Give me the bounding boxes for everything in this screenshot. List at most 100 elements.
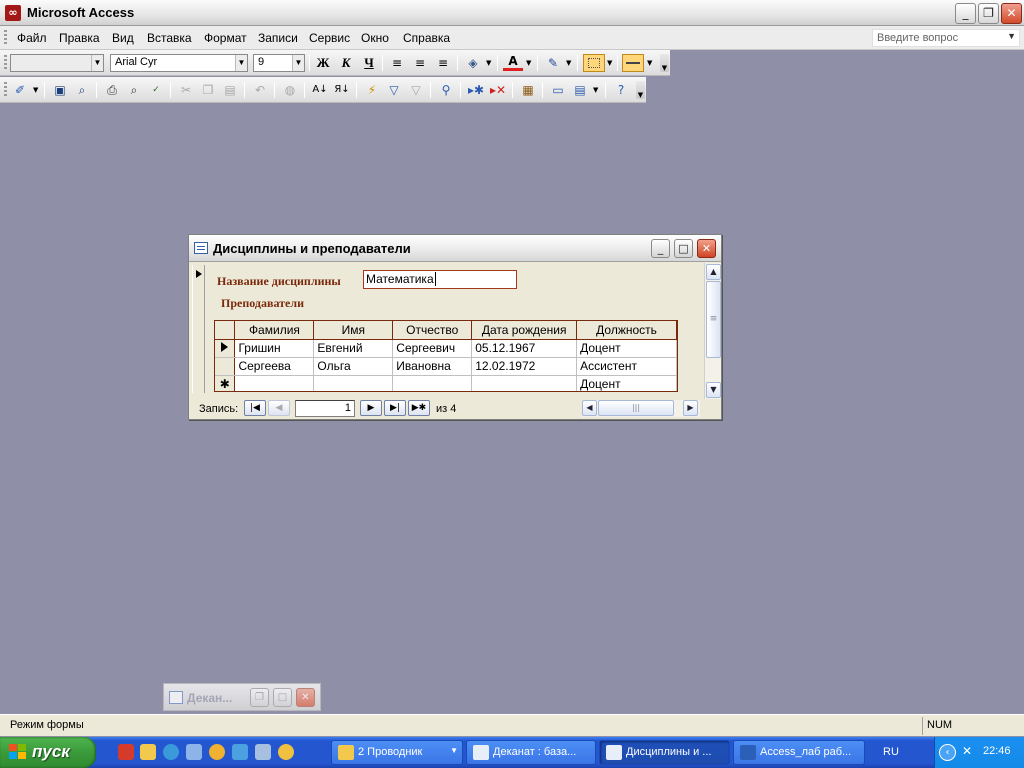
menu-view[interactable]: Вид — [112, 31, 134, 45]
paste-icon[interactable]: ▤ — [220, 81, 240, 99]
menu-insert[interactable]: Вставка — [147, 31, 192, 45]
print-preview-icon[interactable]: ⌕ — [124, 81, 144, 99]
align-left-icon[interactable]: ≡ — [387, 54, 407, 72]
form-horizontal-scrollbar[interactable]: ◀ ||| ▶ — [582, 400, 700, 417]
font-size-combo[interactable]: 9 ▼ — [253, 54, 305, 72]
menu-file[interactable]: Файл — [17, 31, 47, 45]
line-width-icon[interactable] — [622, 54, 644, 72]
quick-launch-folder-icon[interactable] — [140, 744, 156, 760]
restore-button[interactable]: ❐ — [978, 3, 999, 24]
form-icon[interactable] — [194, 242, 208, 254]
task-word-document[interactable]: Access_лаб раб... — [733, 740, 865, 765]
quick-launch-calculator-icon[interactable] — [255, 744, 271, 760]
new-record-row[interactable]: ✱ Доцент — [215, 375, 677, 391]
row-selector-header[interactable] — [215, 321, 236, 340]
chevron-down-icon[interactable]: ▼ — [486, 54, 494, 72]
column-header-name[interactable]: Имя — [313, 321, 394, 340]
file-search-icon[interactable]: ⌕ — [72, 81, 92, 99]
underline-button[interactable]: Ч — [359, 54, 379, 72]
clock[interactable]: 22:46 — [983, 745, 1011, 757]
column-header-position[interactable]: Должность — [576, 321, 677, 340]
database-window-icon[interactable]: ▭ — [548, 81, 568, 99]
start-button[interactable]: пуск — [0, 737, 96, 768]
bold-button[interactable]: Ж — [313, 54, 333, 72]
properties-icon[interactable]: ▦ — [518, 81, 538, 99]
row-selector[interactable] — [215, 339, 236, 358]
menu-edit[interactable]: Правка — [59, 31, 100, 45]
line-color-icon[interactable]: ✎ — [543, 54, 563, 72]
chevron-down-icon[interactable]: ▼ — [607, 54, 615, 72]
quick-launch-ie-icon[interactable] — [163, 744, 179, 760]
row-selector[interactable]: ✱ — [215, 375, 236, 391]
first-record-icon[interactable]: |◀ — [244, 400, 266, 416]
quick-launch-messenger-icon[interactable] — [232, 744, 248, 760]
table-row[interactable]: Гришин Евгений Сергеевич 05.12.1967 Доце… — [215, 339, 677, 358]
cell-surname[interactable]: Сергеева — [234, 357, 315, 376]
table-row[interactable]: Сергеева Ольга Ивановна 12.02.1972 Ассис… — [215, 357, 677, 376]
font-color-icon[interactable]: A — [503, 54, 523, 71]
cell-birthdate[interactable] — [471, 375, 578, 391]
new-record-nav-icon[interactable]: ▶✱ — [408, 400, 430, 416]
cell-patronymic[interactable] — [392, 375, 473, 391]
cell-position[interactable]: Доцент — [576, 339, 677, 358]
align-center-icon[interactable]: ≡ — [410, 54, 430, 72]
form-window-title-bar[interactable]: Дисциплины и преподаватели _ □ ✕ — [189, 235, 721, 262]
chevron-down-icon[interactable]: ▼ — [647, 54, 655, 72]
cell-name[interactable]: Ольга — [313, 357, 394, 376]
filter-by-selection-icon[interactable]: ⚡ — [362, 81, 382, 99]
filter-by-form-icon[interactable]: ▽ — [384, 81, 404, 99]
toolbar-grip[interactable] — [4, 82, 7, 98]
column-header-surname[interactable]: Фамилия — [234, 321, 315, 340]
last-record-icon[interactable]: ▶| — [384, 400, 406, 416]
new-object-icon[interactable]: ▤ — [570, 81, 590, 99]
chevron-down-icon[interactable]: ▼ — [450, 746, 458, 755]
discipline-name-field[interactable]: Математика — [363, 270, 517, 289]
quick-launch-clock-icon[interactable] — [278, 744, 294, 760]
toolbar-options-icon[interactable]: ▼ — [636, 81, 645, 99]
cell-name[interactable]: Евгений — [313, 339, 394, 358]
save-icon[interactable]: ▣ — [50, 81, 70, 99]
task-database[interactable]: Деканат : база... — [466, 740, 596, 765]
scroll-down-icon[interactable]: ▼ — [706, 382, 721, 398]
menu-records[interactable]: Записи — [258, 31, 298, 45]
spelling-icon[interactable]: ✓ — [146, 81, 166, 99]
find-icon[interactable]: ⚲ — [436, 81, 456, 99]
cell-surname[interactable] — [234, 375, 315, 391]
tray-expand-icon[interactable]: ‹ — [939, 744, 956, 761]
task-form-window[interactable]: Дисциплины и ... — [599, 740, 730, 765]
font-name-combo[interactable]: Arial Cyr ▼ — [110, 54, 248, 72]
column-header-patronymic[interactable]: Отчество — [392, 321, 473, 340]
chevron-down-icon[interactable]: ▼ — [593, 81, 601, 99]
menu-tools[interactable]: Сервис — [309, 31, 350, 45]
scroll-thumb[interactable]: ||| — [598, 400, 674, 416]
ask-question-box[interactable]: Введите вопрос ▼ — [872, 29, 1020, 47]
sort-descending-icon[interactable]: Я↓ — [332, 81, 352, 99]
copy-icon[interactable]: ❐ — [198, 81, 218, 99]
restore-button[interactable]: ❐ — [250, 688, 269, 707]
form-vertical-scrollbar[interactable]: ▲ ≡ ▼ — [704, 263, 721, 400]
next-record-icon[interactable]: ▶ — [360, 400, 382, 416]
record-number-field[interactable]: 1 — [295, 400, 355, 417]
menu-grip[interactable] — [4, 30, 7, 46]
print-icon[interactable]: ⎙ — [102, 81, 122, 99]
toolbar-grip[interactable] — [4, 55, 7, 71]
cell-patronymic[interactable]: Сергеевич — [392, 339, 473, 358]
scroll-right-icon[interactable]: ▶ — [683, 400, 698, 416]
quick-launch-outlook-icon[interactable] — [186, 744, 202, 760]
quick-launch-media-icon[interactable] — [209, 744, 225, 760]
cell-birthdate[interactable]: 05.12.1967 — [471, 339, 578, 358]
task-explorer[interactable]: 2 Проводник ▼ — [331, 740, 463, 765]
menu-window[interactable]: Окно — [361, 31, 389, 45]
italic-button[interactable]: К — [336, 54, 356, 72]
toolbar-options-icon[interactable]: ▼ — [660, 54, 669, 72]
chevron-down-icon[interactable]: ▼ — [235, 55, 247, 71]
quick-launch-opera-icon[interactable] — [118, 744, 134, 760]
apply-filter-icon[interactable]: ▽ — [406, 81, 426, 99]
language-indicator[interactable]: RU — [880, 740, 910, 765]
new-record-icon[interactable]: ▸✱ — [466, 81, 486, 99]
maximize-button[interactable]: □ — [273, 688, 292, 707]
chevron-down-icon[interactable]: ▼ — [1007, 31, 1016, 41]
form-minimize-button[interactable]: _ — [651, 239, 670, 258]
close-button[interactable]: ✕ — [1001, 3, 1022, 24]
scroll-thumb[interactable]: ≡ — [706, 281, 721, 358]
